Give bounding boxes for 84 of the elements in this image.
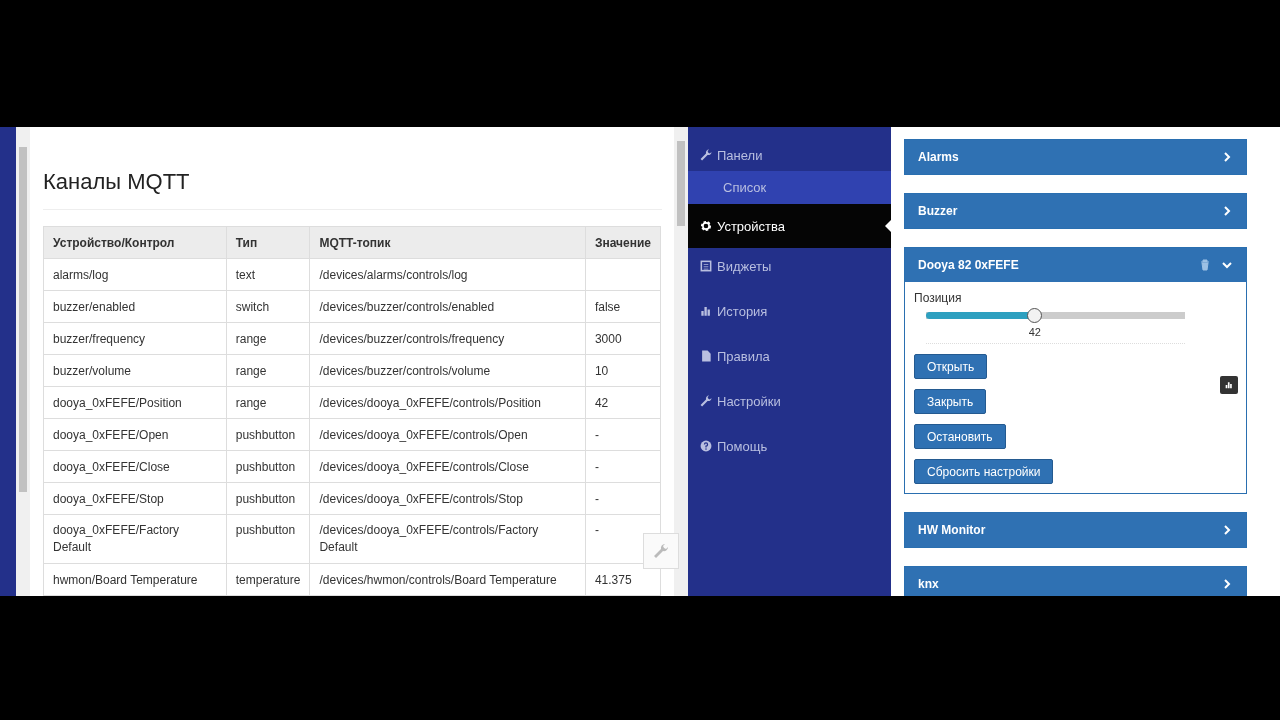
column-header: Устройство/Контрол (43, 226, 227, 259)
chevron-right-icon[interactable] (1221, 151, 1233, 163)
table-cell: - (585, 418, 661, 451)
table-cell: pushbutton (226, 418, 310, 451)
column-header: MQTT-топик (309, 226, 586, 259)
device-header[interactable]: HW Monitor (905, 513, 1246, 547)
table-cell: - (585, 450, 661, 483)
nav-item[interactable]: Настройки (688, 385, 891, 417)
column-header: Тип (226, 226, 310, 259)
slider-label: Позиция (914, 291, 963, 305)
scrollbar[interactable] (16, 127, 30, 596)
action-button[interactable]: Закрыть (914, 389, 987, 414)
table-cell: /devices/alarms/controls/log (309, 258, 586, 291)
slider-value: 42 (1028, 326, 1041, 338)
wrench-icon (652, 542, 670, 560)
help-icon (699, 439, 713, 453)
table-cell: range (226, 354, 310, 387)
action-button[interactable]: Остановить (914, 424, 1006, 449)
device-title: knx (918, 577, 940, 591)
table-cell: dooya_0xFEFE/Position (43, 386, 227, 419)
table-cell: /devices/dooya_0xFEFE/controls/Position (309, 386, 586, 419)
nav-item[interactable]: История (688, 295, 891, 327)
table-cell: /devices/dooya_0xFEFE/controls/Close (309, 450, 586, 483)
table-cell: /devices/buzzer/controls/frequency (309, 322, 586, 355)
trash-icon[interactable] (1199, 259, 1211, 271)
wrench-icon (699, 394, 713, 408)
chevron-right-icon[interactable] (1221, 578, 1233, 590)
nav-item[interactable]: Панели (688, 139, 891, 171)
table-cell: /devices/buzzer/controls/enabled (309, 290, 586, 323)
table-cell: buzzer/volume (43, 354, 227, 387)
device-header[interactable]: knx (905, 567, 1246, 596)
list-icon (699, 259, 713, 273)
column-header: Значение (585, 226, 661, 259)
nav-item[interactable]: Правила (688, 340, 891, 372)
scrollbar[interactable] (674, 127, 688, 596)
device-title: Buzzer (918, 204, 959, 218)
device-header[interactable]: Alarms (905, 140, 1246, 174)
table-cell: - (585, 482, 661, 515)
table-cell: 10 (585, 354, 661, 387)
document-icon (699, 349, 713, 363)
table-cell: dooya_0xFEFE/Factory Default (43, 514, 227, 564)
table-cell: /devices/dooya_0xFEFE/controls/Open (309, 418, 586, 451)
nav-item[interactable]: Устройства (688, 204, 891, 248)
table-cell: text (226, 258, 310, 291)
table-cell: range (226, 386, 310, 419)
device-header[interactable]: Buzzer (905, 194, 1246, 228)
table-cell: /devices/hwmon/controls/Board Temperature (309, 563, 586, 596)
table-cell: range (226, 322, 310, 355)
table-cell: switch (226, 290, 310, 323)
table-cell: pushbutton (226, 482, 310, 515)
nav-item[interactable]: Виджеты (688, 250, 891, 282)
bar-chart-icon (1224, 380, 1234, 390)
nav-item[interactable]: Помощь (688, 430, 891, 462)
table-cell: pushbutton (226, 514, 310, 564)
table-cell: temperature (226, 563, 310, 596)
table-cell: buzzer/enabled (43, 290, 227, 323)
device-title: HW Monitor (918, 523, 987, 537)
chevron-down-icon[interactable] (1221, 259, 1233, 271)
device-header[interactable]: Dooya 82 0xFEFE (905, 248, 1246, 282)
chevron-right-icon[interactable] (1221, 205, 1233, 217)
chart-button[interactable] (1220, 376, 1238, 394)
action-button[interactable]: Открыть (914, 354, 988, 379)
table-cell: 42 (585, 386, 661, 419)
chevron-right-icon[interactable] (1221, 524, 1233, 536)
table-cell: buzzer/frequency (43, 322, 227, 355)
table-cell: dooya_0xFEFE/Stop (43, 482, 227, 515)
action-button[interactable]: Сбросить настройки (914, 459, 1054, 484)
nav-subitem[interactable]: Список (688, 171, 891, 204)
table-cell: hwmon/Board Temperature (43, 563, 227, 596)
wrench-icon (699, 148, 713, 162)
table-cell: /devices/buzzer/controls/volume (309, 354, 586, 387)
device-title: Dooya 82 0xFEFE (918, 258, 1020, 272)
table-cell: 3000 (585, 322, 661, 355)
table-cell: dooya_0xFEFE/Open (43, 418, 227, 451)
table-cell: false (585, 290, 661, 323)
table-cell: /devices/dooya_0xFEFE/controls/Stop (309, 482, 586, 515)
device-title: Alarms (918, 150, 960, 164)
bar-chart-icon (699, 304, 713, 318)
table-cell: /devices/dooya_0xFEFE/controls/Factory Default (309, 514, 586, 564)
settings-icon (699, 219, 713, 233)
table-cell: pushbutton (226, 450, 310, 483)
table-cell: alarms/log (43, 258, 227, 291)
page-title: Каналы MQTT (43, 169, 662, 210)
table-cell: dooya_0xFEFE/Close (43, 450, 227, 483)
